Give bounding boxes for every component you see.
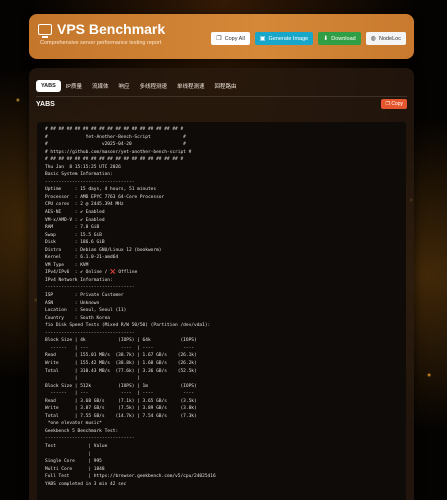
terminal-line: Write | 155.42 MB/s (38.8k) | 1.68 GB/s … — [45, 360, 197, 366]
terminal-line: Full Test | https://browser.geekbench.co… — [45, 474, 216, 480]
terminal-line: Kernel : 6.1.0-21-amd64 — [45, 255, 119, 261]
terminal-line: Distro : Debian GNU/Linux 12 (bookworm) — [45, 247, 162, 253]
tab-singlethread-speed[interactable]: 单线程测速 — [172, 79, 210, 93]
terminal-line: # ## ## ## ## ## ## ## ## ## ## ## ## ##… — [45, 127, 184, 132]
results-panel: YABS IP质量 流媒体 响应 多线程测速 单线程测速 回程路由 YABS ❐… — [29, 68, 414, 500]
image-icon: ▣ — [259, 36, 266, 42]
terminal-line: Uptime : 15 days, 4 hours, 51 minutes — [45, 187, 157, 193]
download-button[interactable]: ⬇ Download — [318, 32, 361, 45]
generate-image-button[interactable]: ▣ Generate Image — [254, 32, 314, 45]
terminal-line: ASN : Unknown — [45, 300, 100, 306]
terminal-line: Country : South Korea — [45, 315, 111, 321]
terminal-line: ------ | --- ---- | ---- ---- — [45, 345, 195, 351]
terminal-line: Single Core | 995 — [45, 459, 102, 465]
terminal-line: --------------------------------- — [45, 285, 135, 291]
terminal-line: ------ | --- ---- | ---- ---- — [45, 391, 195, 397]
terminal-line: Block Size | 512k (IOPS) | 1m (IOPS) — [45, 383, 197, 389]
terminal-line: *one elevator music* — [45, 421, 102, 427]
terminal-line: --------------------------------- — [45, 330, 135, 336]
tab-ip-quality[interactable]: IP质量 — [61, 79, 87, 93]
monitor-icon — [38, 23, 52, 38]
terminal-line: Block Size | 4k (IOPS) | 64k (IOPS) — [45, 338, 197, 344]
terminal-line: VM-x/AMD-V : ✔ Enabled — [45, 217, 105, 223]
terminal-line: # v2025-04-20 # — [45, 142, 186, 148]
tab-response[interactable]: 响应 — [114, 79, 135, 93]
terminal-line: Disk : 186.6 GiB — [45, 240, 105, 246]
download-icon: ⬇ — [323, 36, 329, 42]
terminal-line: --------------------------------- — [45, 436, 135, 442]
terminal-line: Location : Seoul, Seoul (11) — [45, 308, 127, 314]
terminal-line: # Yet-Another-Bench-Script # — [45, 134, 186, 140]
terminal-line: Thu Jan 8 15:15:25 UTC 2026 — [45, 164, 121, 170]
terminal-line: Test | Value — [45, 443, 108, 449]
nodeloc-label: NodeLoc — [378, 35, 401, 42]
terminal-line: CPU cores : 2 @ 2445.394 MHz — [45, 202, 124, 208]
terminal-line: Processor : AMD EPYC 7763 64-Core Proces… — [45, 194, 165, 200]
section-title: YABS — [36, 100, 55, 108]
terminal-line: # https://github.com/masonr/yet-another-… — [45, 149, 192, 155]
globe-icon: ◍ — [370, 36, 376, 42]
header-actions: ❐ Copy All ▣ Generate Image ⬇ Download ◍… — [211, 32, 406, 45]
terminal-line: ISP : Private Customer — [45, 293, 124, 299]
section-header: YABS ❐ Copy — [36, 99, 407, 109]
terminal-line: Read | 155.01 MB/s (38.7k) | 1.67 GB/s (… — [45, 353, 197, 359]
tab-bar: YABS IP质量 流媒体 响应 多线程测速 单线程测速 回程路由 — [29, 68, 414, 94]
terminal-line: Total | 7.55 GB/s (14.7k) | 7.54 GB/s (7… — [45, 413, 197, 419]
app-title: VPS Benchmark — [57, 21, 166, 37]
download-label: Download — [331, 35, 356, 42]
tab-divider — [36, 96, 407, 97]
terminal-line: YABS completed in 3 min 42 sec — [45, 481, 127, 487]
terminal-line: Write | 3.87 GB/s (7.5k) | 3.89 GB/s (3.… — [45, 406, 197, 412]
terminal-line: | | — [45, 376, 140, 382]
terminal-line: Swap : 15.5 GiB — [45, 232, 102, 238]
copy-section-button[interactable]: ❐ Copy — [381, 99, 407, 109]
terminal-line: Multi Core | 1848 — [45, 466, 105, 472]
terminal-line: IPv4/IPv6 : ✔ Online / ❌ Offline — [45, 270, 138, 276]
terminal-line: fio Disk Speed Tests (Mixed R/W 50/50) (… — [45, 323, 211, 329]
terminal-output: # ## ## ## ## ## ## ## ## ## ## ## ## ##… — [37, 122, 406, 500]
app-header: VPS Benchmark Comprehensive server perfo… — [29, 14, 414, 59]
tab-yabs[interactable]: YABS — [36, 79, 61, 92]
terminal-line: Read | 3.68 GB/s (7.1k) | 3.65 GB/s (3.5… — [45, 398, 197, 404]
terminal-line: IPv4 Network Information: — [45, 277, 113, 283]
copy-small-icon: ❐ — [385, 101, 390, 107]
nodeloc-button[interactable]: ◍ NodeLoc — [365, 32, 406, 45]
tab-streaming[interactable]: 流媒体 — [87, 79, 114, 93]
terminal-line: Basic System Information: — [45, 172, 113, 178]
terminal-line: RAM : 7.8 GiB — [45, 225, 100, 231]
tab-route-trace[interactable]: 回程路由 — [210, 79, 242, 93]
copy-section-label: Copy — [391, 101, 403, 107]
terminal-line: AES-NI : ✔ Enabled — [45, 210, 105, 216]
terminal-line: Total | 310.43 MB/s (77.6k) | 3.36 GB/s … — [45, 368, 197, 374]
generate-image-label: Generate Image — [268, 35, 309, 42]
copy-icon: ❐ — [216, 36, 222, 42]
terminal-line: # ## ## ## ## ## ## ## ## ## ## ## ## ##… — [45, 157, 184, 163]
terminal-line: VM Type : KVM — [45, 262, 89, 268]
terminal-line: --------------------------------- — [45, 179, 135, 185]
terminal-line: | — [45, 451, 92, 457]
copy-all-button[interactable]: ❐ Copy All — [211, 32, 250, 45]
copy-all-label: Copy All — [224, 35, 245, 42]
tab-multithread-speed[interactable]: 多线程测速 — [135, 79, 173, 93]
terminal-line: Geekbench 5 Benchmark Test: — [45, 428, 119, 434]
